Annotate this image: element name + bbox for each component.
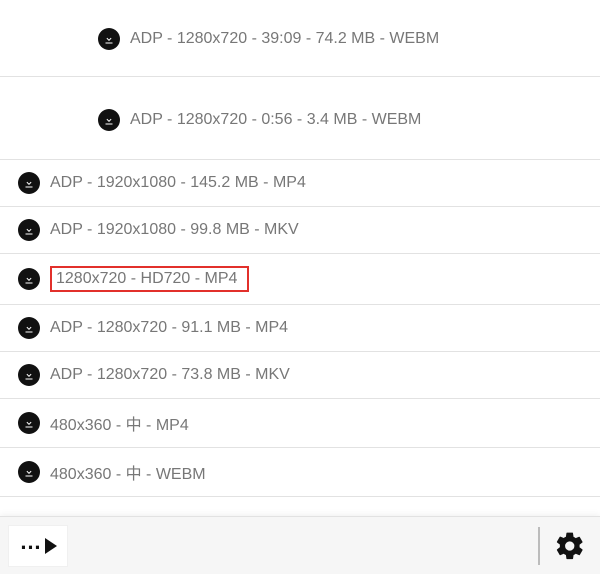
more-menu-button[interactable]: … bbox=[8, 525, 68, 567]
download-option[interactable]: ADP - 1280x720 - 0:56 - 3.4 MB - WEBM bbox=[0, 77, 600, 160]
bottom-toolbar: … bbox=[0, 516, 600, 574]
gear-icon bbox=[554, 530, 586, 562]
settings-button[interactable] bbox=[554, 530, 586, 562]
download-option-label: ADP - 1280x720 - 91.1 MB - MP4 bbox=[50, 319, 288, 337]
download-icon bbox=[18, 219, 40, 241]
download-option[interactable]: ADP - 1920x1080 - 145.2 MB - MP4 bbox=[0, 160, 600, 207]
download-option-label: ADP - 1280x720 - 0:56 - 3.4 MB - WEBM bbox=[130, 111, 421, 129]
download-icon bbox=[18, 364, 40, 386]
download-icon bbox=[98, 109, 120, 131]
download-option[interactable]: ADP - 1920x1080 - 99.8 MB - MKV bbox=[0, 207, 600, 254]
highlighted-option: 1280x720 - HD720 - MP4 bbox=[50, 266, 249, 292]
download-icon bbox=[18, 461, 40, 483]
download-option-label: 480x360 - 中 - MP4 bbox=[50, 411, 189, 435]
download-option[interactable]: 480x360 - 中 - WEBM bbox=[0, 448, 600, 497]
download-option[interactable]: ADP - 1280x720 - 91.1 MB - MP4 bbox=[0, 305, 600, 352]
download-option-label: 480x360 - 中 - WEBM bbox=[50, 460, 206, 484]
download-option[interactable]: ADP - 1280x720 - 39:09 - 74.2 MB - WEBM bbox=[0, 0, 600, 77]
download-option[interactable]: ADP - 1280x720 - 73.8 MB - MKV bbox=[0, 352, 600, 399]
download-format-list: ADP - 1280x720 - 39:09 - 74.2 MB - WEBM A… bbox=[0, 0, 600, 497]
download-icon bbox=[18, 317, 40, 339]
download-option[interactable]: 480x360 - 中 - MP4 bbox=[0, 399, 600, 448]
download-option-label: ADP - 1280x720 - 39:09 - 74.2 MB - WEBM bbox=[130, 30, 439, 48]
toolbar-right-group bbox=[538, 527, 600, 565]
divider bbox=[538, 527, 540, 565]
play-icon bbox=[45, 538, 57, 554]
download-icon bbox=[18, 412, 40, 434]
download-option[interactable]: 1280x720 - HD720 - MP4 bbox=[0, 254, 600, 305]
download-option-label: 1280x720 - HD720 - MP4 bbox=[56, 270, 237, 287]
download-icon bbox=[18, 172, 40, 194]
download-option-label: ADP - 1280x720 - 73.8 MB - MKV bbox=[50, 366, 290, 384]
download-option-label: ADP - 1920x1080 - 145.2 MB - MP4 bbox=[50, 174, 306, 192]
download-option-label: ADP - 1920x1080 - 99.8 MB - MKV bbox=[50, 221, 299, 239]
download-icon bbox=[98, 28, 120, 50]
download-icon bbox=[18, 268, 40, 290]
